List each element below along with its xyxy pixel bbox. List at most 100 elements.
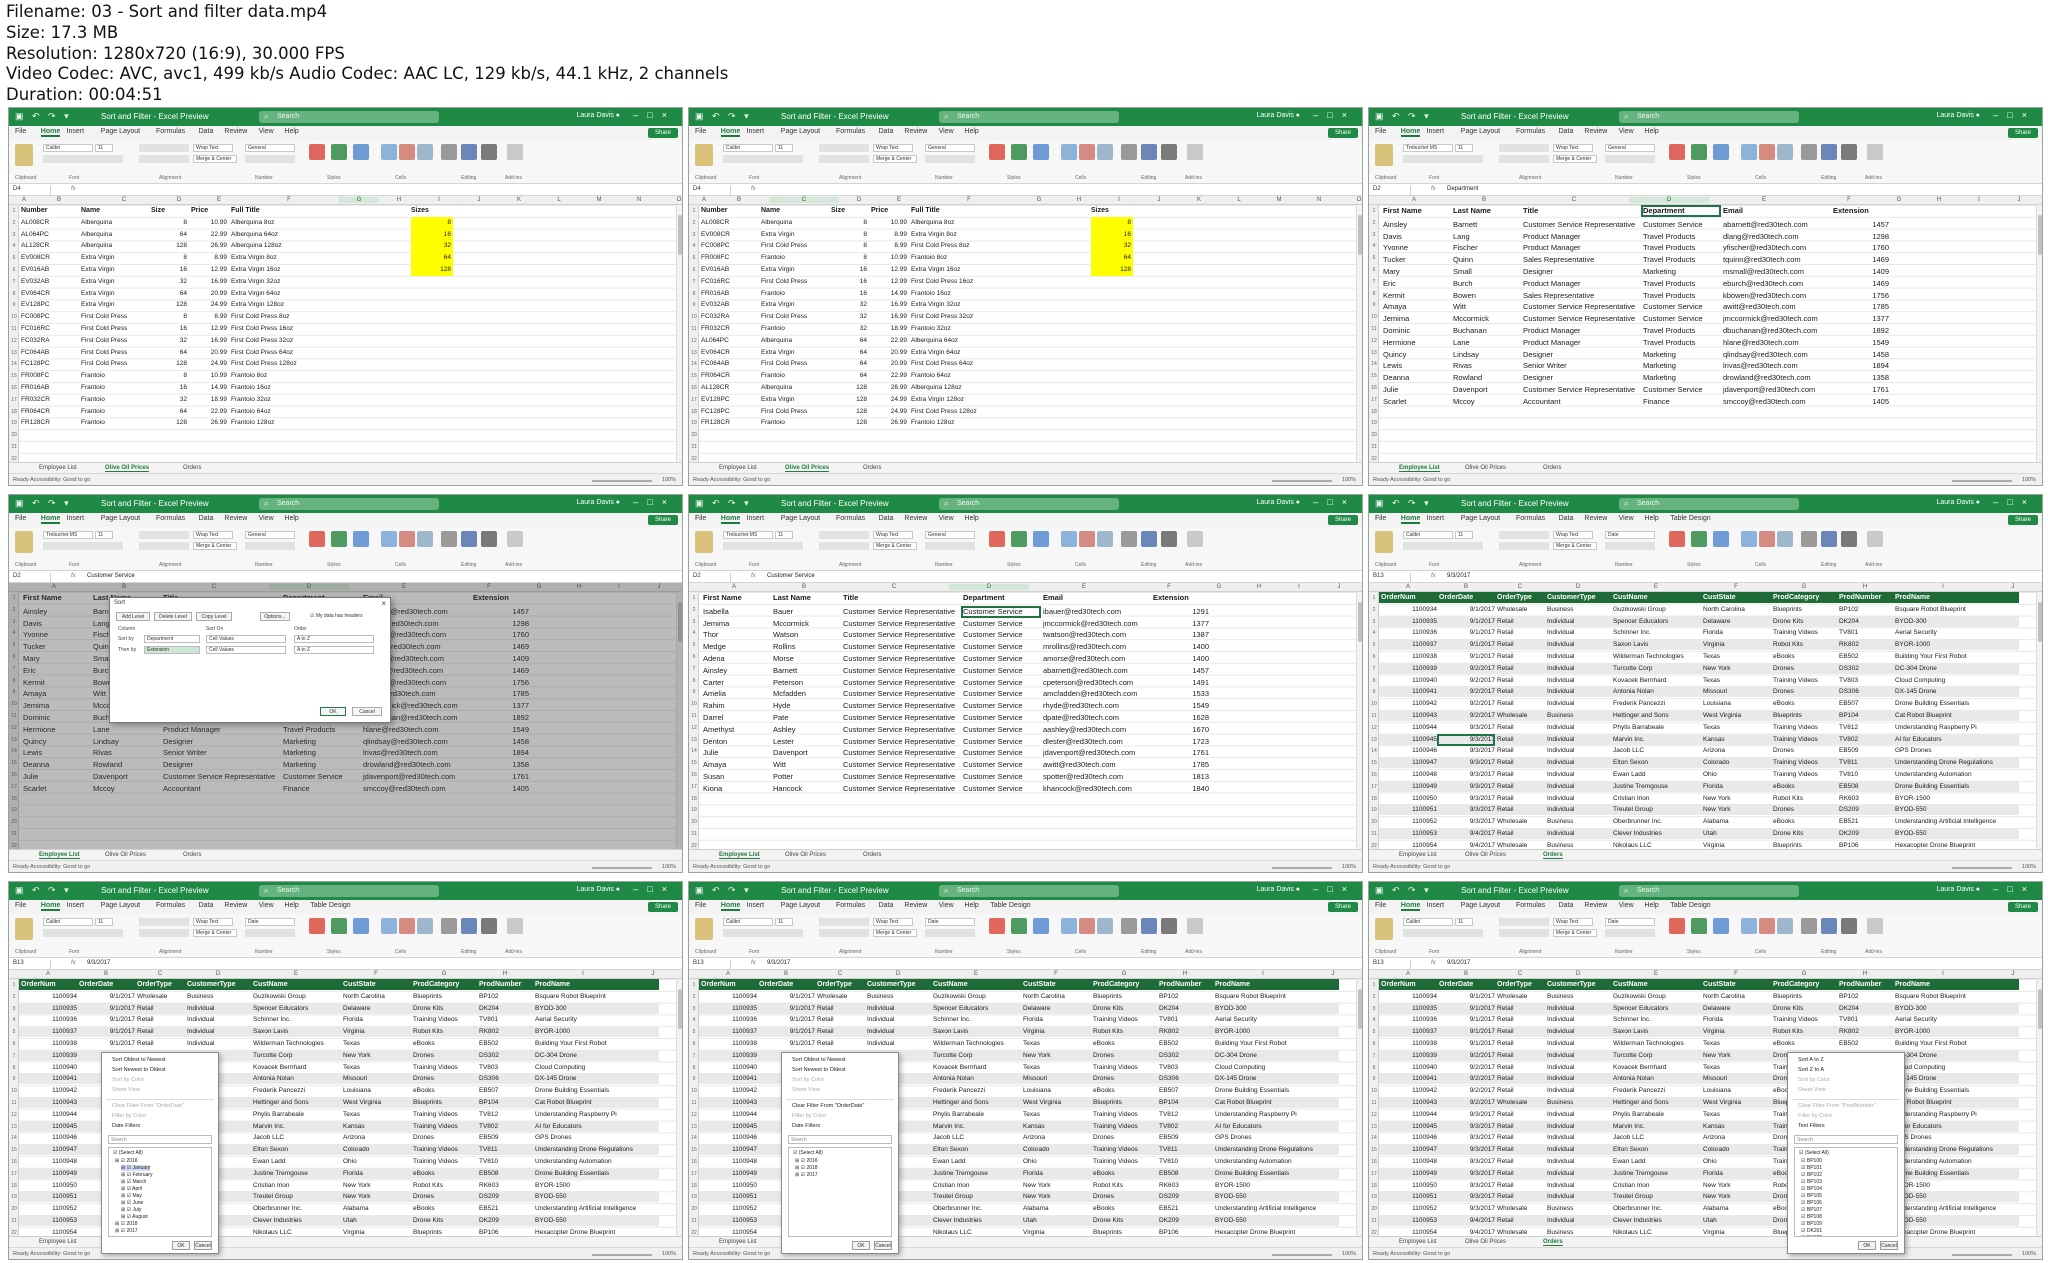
- data-cell[interactable]: Delaware: [1703, 616, 1771, 627]
- data-cell[interactable]: Clever Industries: [933, 1215, 1021, 1226]
- data-cell[interactable]: Hancock: [773, 783, 841, 794]
- tab-home[interactable]: Home: [720, 128, 741, 137]
- sizes-header[interactable]: Sizes: [1091, 205, 1131, 216]
- data-cell[interactable]: FC064AB: [701, 358, 759, 369]
- column-header-b[interactable]: B: [1437, 584, 1495, 590]
- tab-file[interactable]: File: [15, 128, 26, 135]
- header-cell[interactable]: Full Title: [231, 205, 327, 216]
- data-cell[interactable]: Texas: [343, 1062, 411, 1073]
- filter-option[interactable]: ☑ BP100: [1801, 1158, 1822, 1164]
- data-cell[interactable]: Alberquina: [81, 217, 149, 228]
- data-cell[interactable]: eBooks: [1093, 1168, 1157, 1179]
- filter-dropdown[interactable]: Sort Oldest to Newest Sort Newest to Olde…: [101, 1052, 219, 1254]
- data-cell[interactable]: RK802: [1839, 639, 1893, 650]
- tab-view[interactable]: View: [1619, 515, 1634, 522]
- data-cell[interactable]: DS302: [1839, 663, 1893, 674]
- data-cell[interactable]: Robot Kits: [413, 1026, 477, 1037]
- data-cell[interactable]: amcfadden@red30tech.com: [1043, 688, 1151, 699]
- data-cell[interactable]: 16: [151, 323, 187, 334]
- column-header-g[interactable]: G: [1091, 971, 1157, 977]
- data-cell[interactable]: 1100946: [701, 1132, 757, 1143]
- data-cell[interactable]: First Cold Press: [761, 406, 829, 417]
- data-cell[interactable]: Wilderman Technologies: [1613, 1038, 1701, 1049]
- tab-help[interactable]: Help: [284, 515, 298, 522]
- quick-access-icons[interactable]: ▣ ↶ ↷ ▾: [695, 111, 752, 122]
- data-cell[interactable]: Customer Service: [963, 629, 1041, 640]
- sheet-tab-orders[interactable]: Orders: [1543, 1239, 1563, 1246]
- data-cell[interactable]: Turcotte Corp: [1613, 1050, 1701, 1061]
- data-cell[interactable]: Ewan Ladd: [253, 1156, 341, 1167]
- tab-home[interactable]: Home: [1400, 902, 1421, 911]
- sheet-tab-olive-oil-prices[interactable]: Olive Oil Prices: [1465, 1239, 1506, 1245]
- data-cell[interactable]: AI for Educators: [1215, 1121, 1325, 1132]
- data-cell[interactable]: Marketing: [1643, 360, 1721, 371]
- row-header[interactable]: 10: [9, 1088, 19, 1094]
- table-header-cell[interactable]: CustomerType: [1547, 979, 1611, 990]
- data-cell[interactable]: DS306: [1839, 686, 1893, 697]
- row-header[interactable]: 5: [1369, 255, 1379, 261]
- row-header[interactable]: 20: [689, 819, 699, 825]
- row-header[interactable]: 7: [689, 1053, 699, 1059]
- data-cell[interactable]: FC032RA: [21, 335, 79, 346]
- row-header[interactable]: 12: [1369, 725, 1379, 731]
- font-size-box[interactable]: 11: [1455, 531, 1473, 539]
- format-as-table-icon[interactable]: [1011, 918, 1027, 934]
- column-header-a[interactable]: A: [19, 197, 29, 203]
- row-header[interactable]: 14: [689, 361, 699, 367]
- data-cell[interactable]: Drone Building Essentials: [1895, 781, 2005, 792]
- data-cell[interactable]: 1100941: [21, 1073, 77, 1084]
- filter-option[interactable]: ☑ DK202: [1801, 1235, 1822, 1236]
- column-header-c[interactable]: C: [839, 584, 949, 590]
- data-cell[interactable]: Schinner Inc.: [1613, 1014, 1701, 1025]
- data-cell[interactable]: Barnett: [773, 665, 841, 676]
- data-cell[interactable]: 1100945: [21, 1121, 77, 1132]
- data-cell[interactable]: Training Videos: [1093, 1062, 1157, 1073]
- sizes-value[interactable]: 8: [411, 217, 451, 228]
- column-header-j[interactable]: J: [1313, 971, 1353, 977]
- data-cell[interactable]: Thor: [703, 629, 771, 640]
- data-cell[interactable]: Saxon Lavis: [253, 1026, 341, 1037]
- data-cell[interactable]: Florida: [1703, 1168, 1771, 1179]
- font-name-box[interactable]: Calibri: [723, 918, 773, 926]
- data-cell[interactable]: 1100936: [1381, 627, 1437, 638]
- column-header-e[interactable]: E: [1029, 584, 1139, 590]
- data-cell[interactable]: 1100950: [1381, 793, 1437, 804]
- row-header[interactable]: 10: [689, 1088, 699, 1094]
- data-cell[interactable]: Alberquina: [761, 335, 829, 346]
- data-cell[interactable]: eBooks: [413, 1085, 477, 1096]
- data-cell[interactable]: Blueprints: [413, 1227, 477, 1236]
- data-cell[interactable]: 1100939: [21, 1050, 77, 1061]
- data-cell[interactable]: Marvin Inc.: [1613, 734, 1701, 745]
- paste-icon[interactable]: [1375, 918, 1393, 940]
- number-format-box[interactable]: Date: [245, 918, 295, 926]
- data-cell[interactable]: 1100952: [1381, 816, 1437, 827]
- data-cell[interactable]: BP104: [479, 1097, 533, 1108]
- data-cell[interactable]: 22.99: [191, 229, 227, 240]
- data-cell[interactable]: Kovacek Bernhard: [1613, 1062, 1701, 1073]
- table-header-cell[interactable]: OrderNum: [1381, 979, 1437, 990]
- data-cell[interactable]: 9/3/2017: [1439, 769, 1495, 780]
- data-cell[interactable]: Wilderman Technologies: [253, 1038, 341, 1049]
- data-cell[interactable]: Texas: [1703, 1109, 1771, 1120]
- data-cell[interactable]: TV803: [1159, 1062, 1213, 1073]
- row-header[interactable]: 15: [9, 1147, 19, 1153]
- data-cell[interactable]: Individual: [1547, 793, 1611, 804]
- data-cell[interactable]: Individual: [1547, 1109, 1611, 1120]
- row-header[interactable]: 1: [689, 208, 699, 214]
- data-cell[interactable]: Mccoy: [1453, 396, 1521, 407]
- data-cell[interactable]: Delaware: [343, 1003, 411, 1014]
- data-cell[interactable]: New York: [1703, 1191, 1771, 1202]
- filter-option[interactable]: ☑ BP101: [1801, 1165, 1822, 1171]
- data-cell[interactable]: Retail: [1497, 627, 1545, 638]
- sizes-value[interactable]: 32: [411, 240, 451, 251]
- data-cell[interactable]: Utah: [1703, 828, 1771, 839]
- column-header-h[interactable]: H: [379, 197, 419, 203]
- data-cell[interactable]: 9/2/2017: [1439, 1097, 1495, 1108]
- font-name-box[interactable]: Calibri: [43, 918, 93, 926]
- data-cell[interactable]: Tucker: [1383, 254, 1451, 265]
- data-cell[interactable]: 9/3/2017: [1439, 804, 1495, 815]
- data-cell[interactable]: 24.99: [871, 394, 907, 405]
- data-cell[interactable]: 1100938: [701, 1038, 757, 1049]
- data-cell[interactable]: Retail: [1497, 804, 1545, 815]
- merge-center-button[interactable]: Merge & Center: [1553, 929, 1597, 937]
